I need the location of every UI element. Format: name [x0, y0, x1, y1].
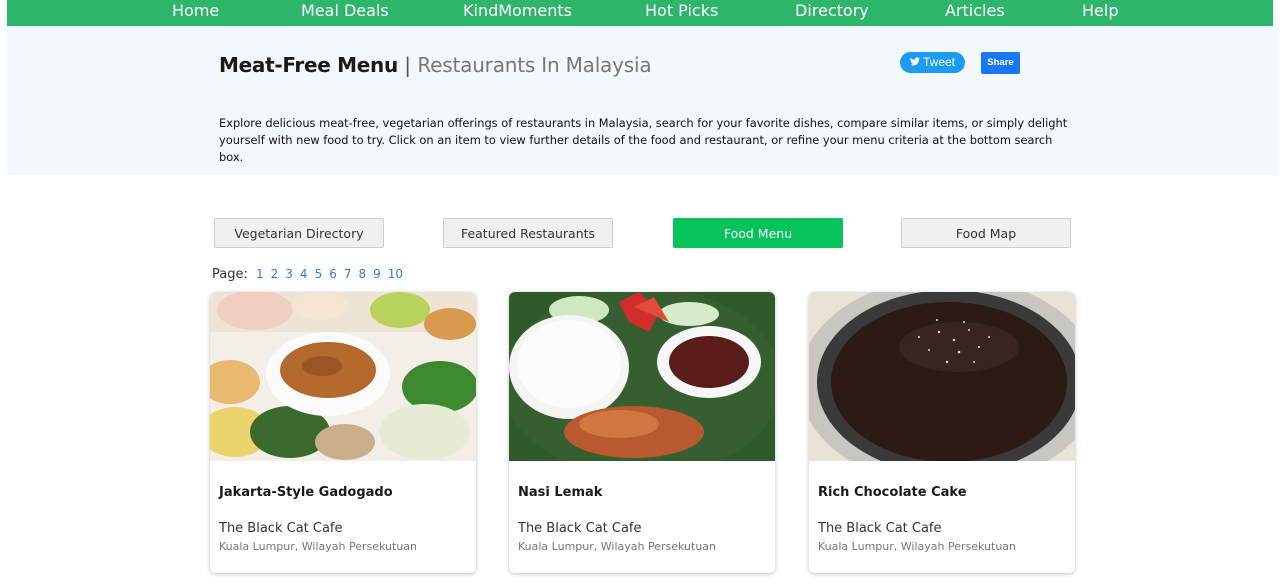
twitter-bird-icon: [909, 52, 920, 73]
nasi-lemak-photo[interactable]: [509, 292, 775, 461]
title-separator: |: [404, 53, 412, 77]
tab-food-map[interactable]: Food Map: [901, 218, 1071, 248]
pagination-label: Page:: [212, 267, 248, 282]
food-card[interactable]: Nasi Lemak The Black Cat Cafe Kuala Lump…: [509, 292, 775, 573]
page-description: Explore delicious meat-free, vegetarian …: [219, 116, 1068, 164]
restaurant-location: Kuala Lumpur, Wilayah Persekutuan: [518, 540, 716, 553]
restaurant-location: Kuala Lumpur, Wilayah Persekutuan: [219, 540, 417, 553]
tab-featured-restaurants[interactable]: Featured Restaurants: [443, 218, 613, 248]
chocolate-cake-photo[interactable]: [809, 292, 1075, 461]
food-card[interactable]: Jakarta-Style Gadogado The Black Cat Caf…: [210, 292, 476, 573]
nav-help[interactable]: Help: [1082, 0, 1118, 21]
top-nav: Home Meal Deals KindMoments Hot Picks Di…: [7, 0, 1273, 26]
page-title-sub: Restaurants In Malaysia: [417, 53, 652, 77]
page-link-3[interactable]: 3: [285, 267, 293, 281]
nav-directory[interactable]: Directory: [795, 0, 869, 21]
food-name: Nasi Lemak: [518, 485, 603, 500]
page-title: Meat-Free Menu | Restaurants In Malaysia: [219, 53, 652, 77]
tab-vegetarian-directory[interactable]: Vegetarian Directory: [214, 218, 384, 248]
tab-food-menu[interactable]: Food Menu: [673, 218, 843, 248]
page-title-main: Meat-Free Menu: [219, 53, 398, 77]
page-link-2[interactable]: 2: [271, 267, 279, 281]
gadogado-photo[interactable]: [210, 292, 476, 461]
share-button[interactable]: Share: [981, 52, 1020, 74]
food-card[interactable]: Rich Chocolate Cake The Black Cat Cafe K…: [809, 292, 1075, 573]
nav-home[interactable]: Home: [172, 0, 219, 21]
food-name: Rich Chocolate Cake: [818, 485, 967, 500]
nav-hot-picks[interactable]: Hot Picks: [645, 0, 718, 21]
tweet-button[interactable]: Tweet: [900, 52, 965, 73]
nav-kindmoments[interactable]: KindMoments: [463, 0, 572, 21]
pagination: Page: 1 2 3 4 5 6 7 8 9 10: [212, 267, 410, 282]
page-link-7[interactable]: 7: [344, 267, 352, 281]
restaurant-name[interactable]: The Black Cat Cafe: [818, 521, 942, 536]
page-link-6[interactable]: 6: [329, 267, 337, 281]
nav-meal-deals[interactable]: Meal Deals: [301, 0, 389, 21]
nav-articles[interactable]: Articles: [945, 0, 1005, 21]
page-link-10[interactable]: 10: [388, 267, 403, 281]
page-link-5[interactable]: 5: [315, 267, 323, 281]
page-link-1[interactable]: 1: [256, 267, 264, 281]
restaurant-name[interactable]: The Black Cat Cafe: [518, 521, 642, 536]
tweet-label: Tweet: [922, 55, 955, 69]
food-name: Jakarta-Style Gadogado: [219, 485, 393, 500]
hero-banner: Meat-Free Menu | Restaurants In Malaysia…: [7, 26, 1278, 175]
page-link-9[interactable]: 9: [373, 267, 381, 281]
restaurant-location: Kuala Lumpur, Wilayah Persekutuan: [818, 540, 1016, 553]
restaurant-name[interactable]: The Black Cat Cafe: [219, 521, 343, 536]
page-link-4[interactable]: 4: [300, 267, 308, 281]
page-link-8[interactable]: 8: [358, 267, 366, 281]
